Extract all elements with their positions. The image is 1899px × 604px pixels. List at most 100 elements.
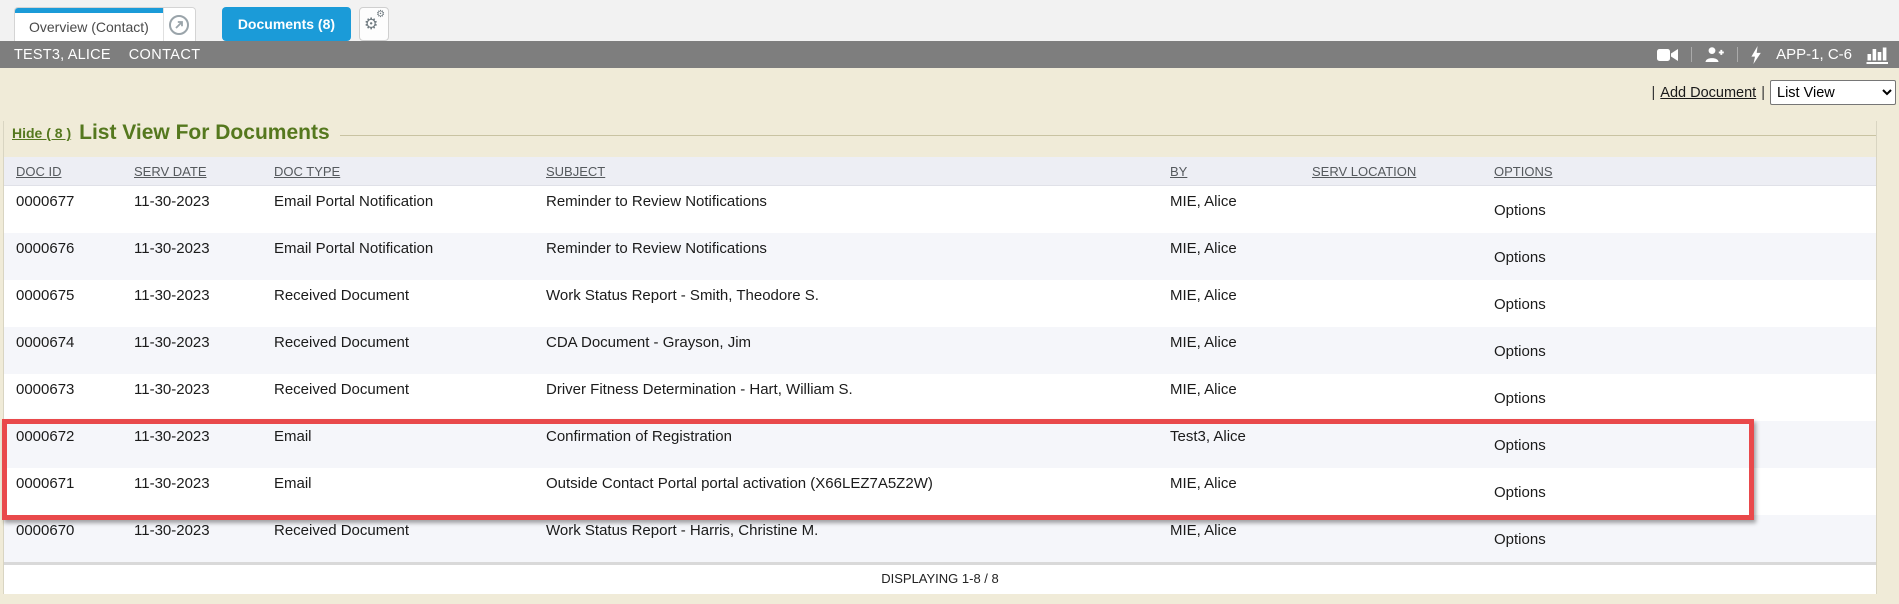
serv-location-cell xyxy=(1300,468,1482,515)
table-row[interactable]: 0000672 11-30-2023 Email Confirmation of… xyxy=(4,421,1876,468)
options-button[interactable]: Options xyxy=(1482,327,1876,374)
doc-id-cell: 0000673 xyxy=(4,374,122,421)
column-header-by[interactable]: BY xyxy=(1158,157,1300,185)
subject-cell: Work Status Report - Harris, Christine M… xyxy=(534,515,1158,562)
hide-toggle-link[interactable]: Hide ( 8 ) xyxy=(12,125,71,141)
doc-type-cell: Email xyxy=(262,421,534,468)
documents-table: DOC ID SERV DATE DOC TYPE SUBJECT BY SER… xyxy=(4,157,1876,594)
doc-type-cell: Received Document xyxy=(262,280,534,327)
table-row[interactable]: 0000670 11-30-2023 Received Document Wor… xyxy=(4,515,1876,562)
subject-cell: Reminder to Review Notifications xyxy=(534,186,1158,233)
subject-cell: Work Status Report - Smith, Theodore S. xyxy=(534,280,1158,327)
serv-location-cell xyxy=(1300,515,1482,562)
options-button[interactable]: Options xyxy=(1482,374,1876,421)
by-cell: MIE, Alice xyxy=(1158,374,1300,421)
doc-type-cell: Email Portal Notification xyxy=(262,186,534,233)
serv-date-cell: 11-30-2023 xyxy=(122,327,262,374)
doc-id-cell: 0000677 xyxy=(4,186,122,233)
by-cell: MIE, Alice xyxy=(1158,515,1300,562)
column-header-subject[interactable]: SUBJECT xyxy=(534,157,1158,185)
tab-overview: Overview (Contact) xyxy=(14,7,196,41)
bar-chart-icon[interactable] xyxy=(1866,45,1889,64)
tab-bar: Overview (Contact) Documents (8) ⚙ ⚙ xyxy=(0,0,1899,41)
serv-date-cell: 11-30-2023 xyxy=(122,280,262,327)
serv-date-cell: 11-30-2023 xyxy=(122,186,262,233)
serv-location-cell xyxy=(1300,421,1482,468)
lightning-bolt-icon[interactable] xyxy=(1750,46,1762,64)
pipe-separator: | xyxy=(1652,85,1656,101)
doc-id-cell: 0000676 xyxy=(4,233,122,280)
video-camera-icon[interactable] xyxy=(1657,47,1679,63)
serv-date-cell: 11-30-2023 xyxy=(122,374,262,421)
column-header-options[interactable]: OPTIONS xyxy=(1482,157,1876,185)
column-header-doc-id[interactable]: DOC ID xyxy=(4,157,122,185)
table-header-row: DOC ID SERV DATE DOC TYPE SUBJECT BY SER… xyxy=(4,157,1876,186)
options-button[interactable]: Options xyxy=(1482,515,1876,562)
table-row[interactable]: 0000673 11-30-2023 Received Document Dri… xyxy=(4,374,1876,421)
options-button[interactable]: Options xyxy=(1482,233,1876,280)
subject-cell: CDA Document - Grayson, Jim xyxy=(534,327,1158,374)
by-cell: MIE, Alice xyxy=(1158,468,1300,515)
table-row[interactable]: 0000674 11-30-2023 Received Document CDA… xyxy=(4,327,1876,374)
context-label: CONTACT xyxy=(129,47,201,63)
doc-id-cell: 0000675 xyxy=(4,280,122,327)
serv-location-cell xyxy=(1300,233,1482,280)
by-cell: MIE, Alice xyxy=(1158,327,1300,374)
table-row[interactable]: 0000677 11-30-2023 Email Portal Notifica… xyxy=(4,186,1876,233)
patient-name: TEST3, ALICE xyxy=(14,47,111,63)
doc-type-cell: Email xyxy=(262,468,534,515)
column-header-serv-date[interactable]: SERV DATE xyxy=(122,157,262,185)
pipe-separator: | xyxy=(1761,85,1765,101)
table-row[interactable]: 0000671 11-30-2023 Email Outside Contact… xyxy=(4,468,1876,515)
doc-type-cell: Received Document xyxy=(262,327,534,374)
column-header-serv-location[interactable]: SERV LOCATION xyxy=(1300,157,1482,185)
person-add-icon[interactable] xyxy=(1704,46,1725,63)
table-row[interactable]: 0000675 11-30-2023 Received Document Wor… xyxy=(4,280,1876,327)
divider xyxy=(1737,47,1738,62)
gear-small-icon: ⚙ xyxy=(376,10,385,20)
tab-documents[interactable]: Documents (8) xyxy=(222,7,351,41)
serv-date-cell: 11-30-2023 xyxy=(122,515,262,562)
table-body: 0000677 11-30-2023 Email Portal Notifica… xyxy=(4,186,1876,562)
divider xyxy=(1691,47,1692,62)
doc-id-cell: 0000674 xyxy=(4,327,122,374)
subject-cell: Driver Fitness Determination - Hart, Wil… xyxy=(534,374,1158,421)
serv-date-cell: 11-30-2023 xyxy=(122,233,262,280)
serv-location-cell xyxy=(1300,327,1482,374)
by-cell: MIE, Alice xyxy=(1158,186,1300,233)
serv-date-cell: 11-30-2023 xyxy=(122,421,262,468)
subject-cell: Confirmation of Registration xyxy=(534,421,1158,468)
doc-id-cell: 0000670 xyxy=(4,515,122,562)
page-title: List View For Documents xyxy=(79,121,330,145)
serv-date-cell: 11-30-2023 xyxy=(122,468,262,515)
doc-id-cell: 0000672 xyxy=(4,421,122,468)
doc-type-cell: Received Document xyxy=(262,515,534,562)
table-row[interactable]: 0000676 11-30-2023 Email Portal Notifica… xyxy=(4,233,1876,280)
settings-gear-icon[interactable]: ⚙ ⚙ xyxy=(359,7,389,41)
doc-id-cell: 0000671 xyxy=(4,468,122,515)
doc-type-cell: Email Portal Notification xyxy=(262,233,534,280)
subject-cell: Outside Contact Portal portal activation… xyxy=(534,468,1158,515)
serv-location-cell xyxy=(1300,374,1482,421)
document-toolbar: | Add Document | List View xyxy=(0,80,1896,105)
options-button[interactable]: Options xyxy=(1482,186,1876,233)
options-button[interactable]: Options xyxy=(1482,468,1876,515)
options-button[interactable]: Options xyxy=(1482,280,1876,327)
doc-type-cell: Received Document xyxy=(262,374,534,421)
view-mode-select[interactable]: List View xyxy=(1770,80,1896,105)
popout-icon[interactable] xyxy=(163,8,195,41)
by-cell: MIE, Alice xyxy=(1158,280,1300,327)
column-header-doc-type[interactable]: DOC TYPE xyxy=(262,157,534,185)
subject-cell: Reminder to Review Notifications xyxy=(534,233,1158,280)
tab-overview-label[interactable]: Overview (Contact) xyxy=(15,8,163,41)
add-document-link[interactable]: Add Document xyxy=(1660,85,1756,101)
app-context-label: APP-1, C-6 xyxy=(1776,46,1852,63)
serv-location-cell xyxy=(1300,186,1482,233)
serv-location-cell xyxy=(1300,280,1482,327)
options-button[interactable]: Options xyxy=(1482,421,1876,468)
by-cell: Test3, Alice xyxy=(1158,421,1300,468)
patient-title-bar: TEST3, ALICE CONTACT APP-1, C-6 xyxy=(0,41,1899,68)
by-cell: MIE, Alice xyxy=(1158,233,1300,280)
documents-panel: Hide ( 8 ) List View For Documents DOC I… xyxy=(3,121,1877,594)
panel-legend: Hide ( 8 ) List View For Documents xyxy=(4,121,1876,145)
